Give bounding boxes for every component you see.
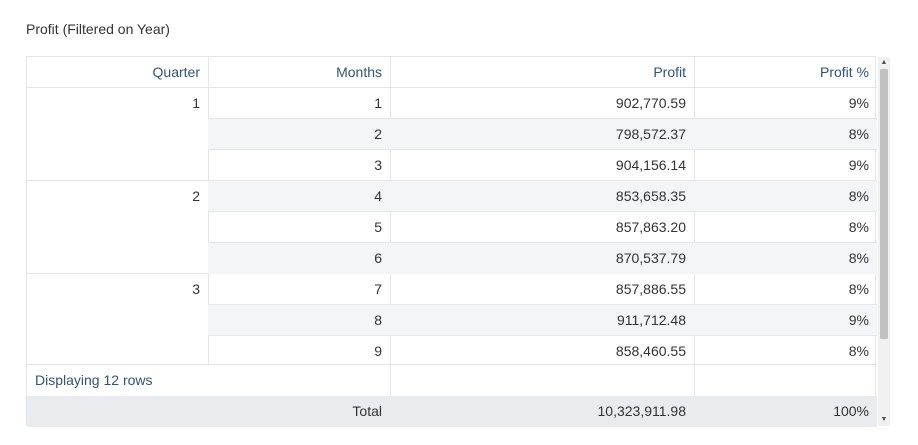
profit-cell: 857,886.55 xyxy=(615,281,686,297)
month-cell: 2 xyxy=(374,126,382,142)
month-cell: 5 xyxy=(374,219,382,235)
profit-pct-cell: 8% xyxy=(848,188,869,204)
profit-cell: 904,156.14 xyxy=(615,157,686,173)
table-row: 5 857,863.20 8% xyxy=(208,212,877,243)
total-profit: 10,323,911.98 xyxy=(597,403,687,419)
total-profit-pct: 100% xyxy=(833,403,869,419)
row-count-info: Displaying 12 rows xyxy=(35,372,153,388)
quarter-cell: 2 xyxy=(192,188,200,204)
profit-cell: 858,460.55 xyxy=(615,343,686,359)
scroll-up-icon[interactable]: ▲ xyxy=(878,57,890,69)
profit-pct-cell: 8% xyxy=(848,343,869,359)
month-cell: 7 xyxy=(374,281,382,297)
profit-pct-cell: 9% xyxy=(848,312,869,328)
scroll-down-icon[interactable]: ▼ xyxy=(878,414,890,426)
profit-cell: 798,572.37 xyxy=(615,126,686,142)
profit-pct-cell: 8% xyxy=(848,250,869,266)
table-row: 2 798,572.37 8% xyxy=(208,119,877,150)
table-row: 7 857,886.55 8% xyxy=(208,274,877,305)
table-header: Quarter Months Profit Profit % xyxy=(27,57,877,88)
header-quarter[interactable]: Quarter xyxy=(27,57,208,88)
total-label: Total xyxy=(352,403,382,419)
profit-pct-cell: 8% xyxy=(848,281,869,297)
table-title: Profit (Filtered on Year) xyxy=(26,21,170,37)
quarter-cell: 1 xyxy=(192,95,200,111)
table-row: 6 870,537.79 8% xyxy=(208,243,877,274)
table-row: 3 904,156.14 9% xyxy=(208,150,877,181)
profit-cell: 911,712.48 xyxy=(616,312,686,328)
month-cell: 1 xyxy=(374,95,382,111)
profit-cell: 870,537.79 xyxy=(615,250,686,266)
profit-pct-cell: 8% xyxy=(848,126,869,142)
month-cell: 6 xyxy=(374,250,382,266)
table-row: 1 902,770.59 9% xyxy=(208,88,877,119)
header-profit[interactable]: Profit xyxy=(390,57,694,88)
profit-pct-cell: 8% xyxy=(848,219,869,235)
header-months[interactable]: Months xyxy=(208,57,390,88)
vertical-scrollbar[interactable]: ▲ ▼ xyxy=(878,57,890,426)
total-row: Total 10,323,911.98 100% xyxy=(27,396,877,427)
profit-cell: 857,863.20 xyxy=(615,219,686,235)
table-row: 8 911,712.48 9% xyxy=(208,305,877,336)
data-table: Quarter Months Profit Profit % 1 2 3 1 9… xyxy=(26,56,877,427)
profit-cell: 853,658.35 xyxy=(615,188,686,204)
table-row: 9 858,460.55 8% xyxy=(208,336,877,367)
month-cell: 3 xyxy=(374,157,382,173)
profit-pct-cell: 9% xyxy=(848,95,869,111)
month-cell: 8 xyxy=(374,312,382,328)
profit-pct-cell: 9% xyxy=(848,157,869,173)
month-cell: 4 xyxy=(374,188,382,204)
header-profit-pct[interactable]: Profit % xyxy=(694,57,877,88)
table-row: 4 853,658.35 8% xyxy=(208,181,877,212)
quarter-cell: 3 xyxy=(192,281,200,297)
profit-cell: 902,770.59 xyxy=(615,95,686,111)
scrollbar-thumb[interactable] xyxy=(880,69,888,339)
month-cell: 9 xyxy=(374,343,382,359)
